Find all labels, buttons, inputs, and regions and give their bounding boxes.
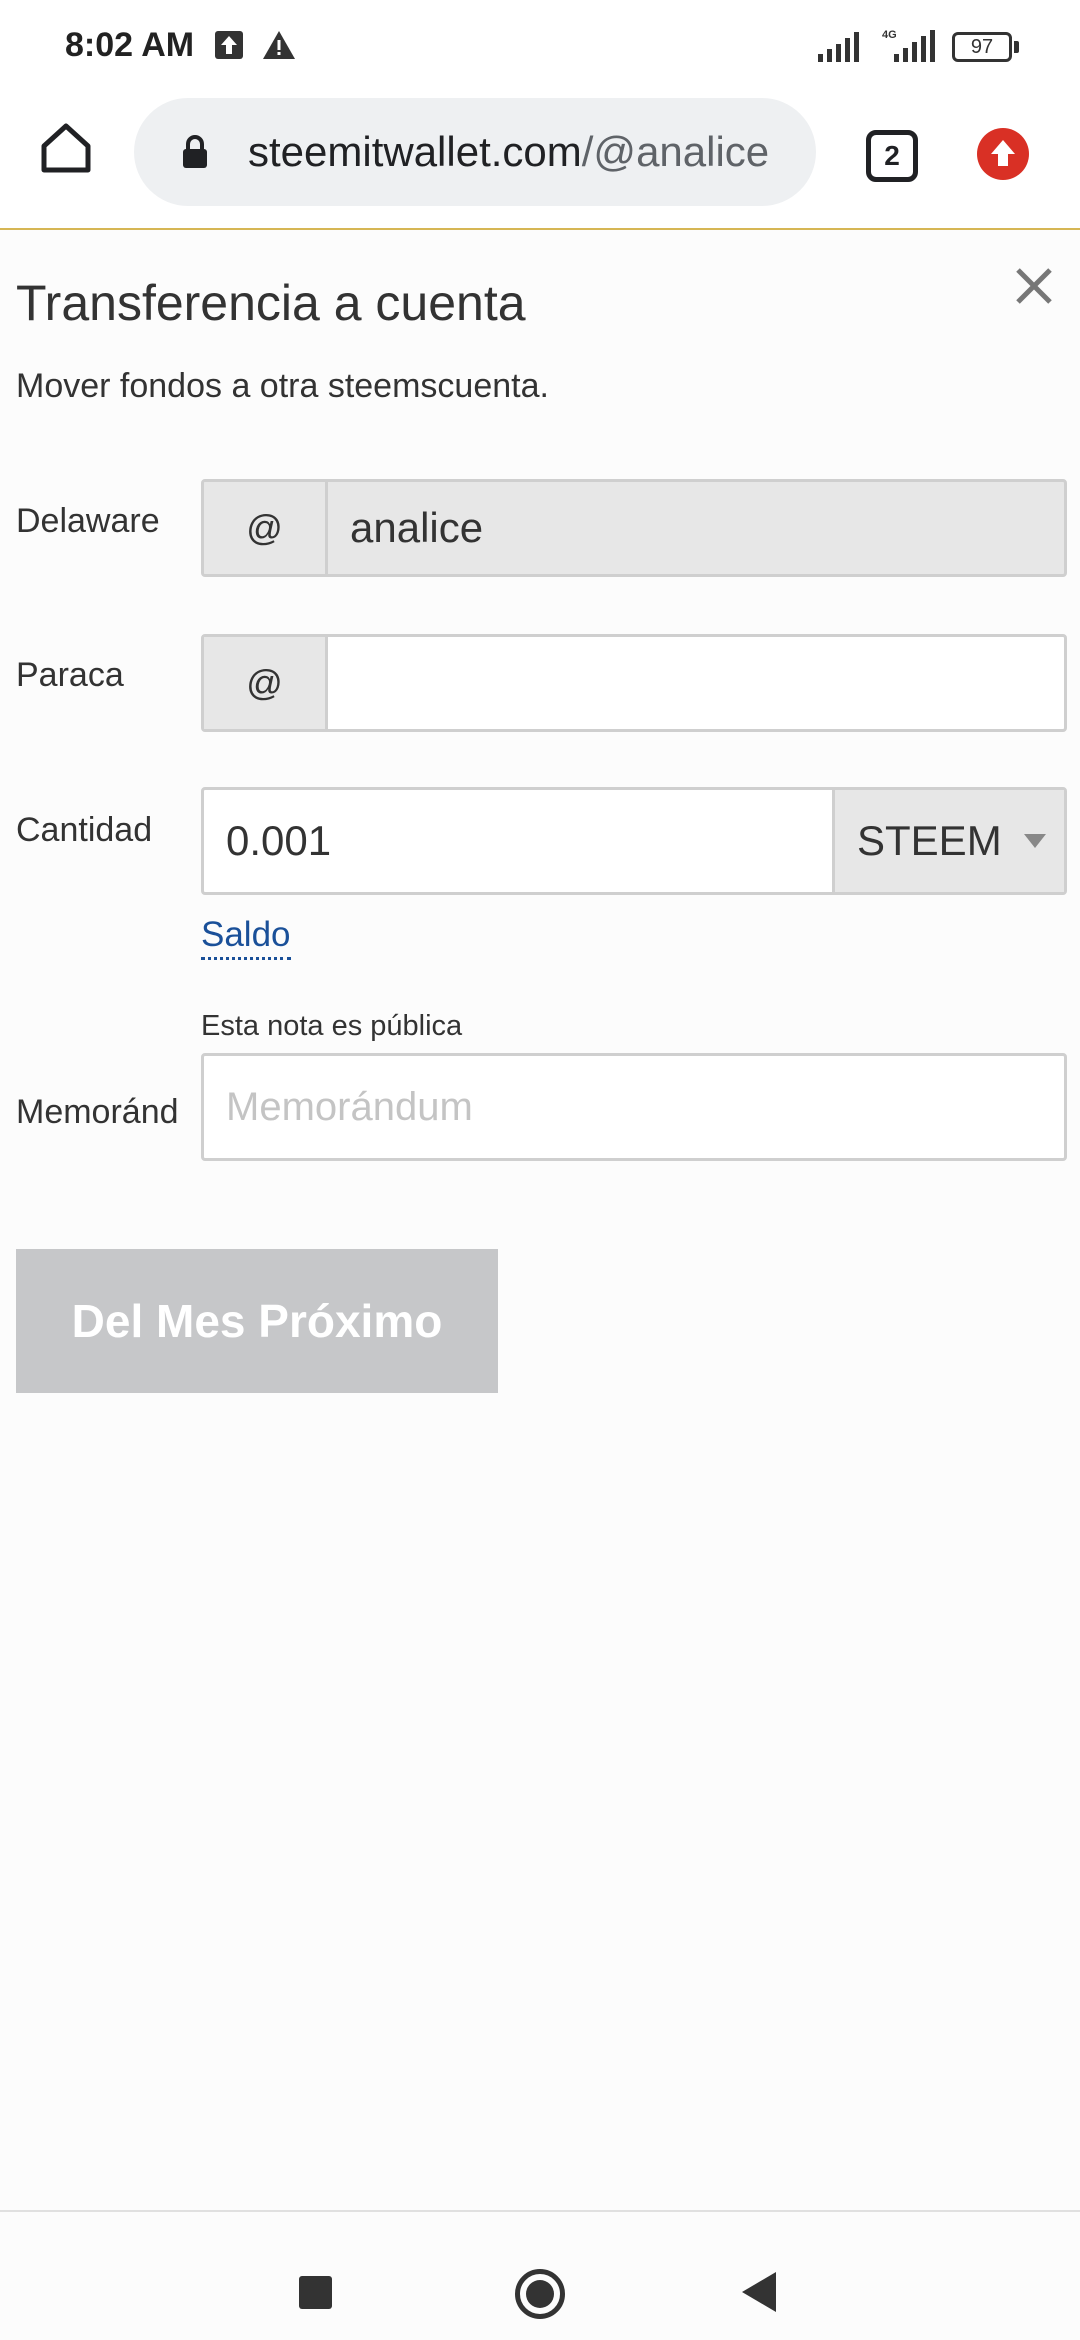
from-label: Delaware xyxy=(16,502,160,540)
upload-notification-icon xyxy=(214,30,244,65)
chevron-down-icon xyxy=(1023,834,1046,848)
browser-toolbar: steemitwallet.com/@analice 2 xyxy=(0,96,1080,230)
to-label: Paraca xyxy=(16,656,124,694)
home-icon[interactable] xyxy=(36,118,96,178)
from-field: @ analice xyxy=(201,479,1067,577)
memo-note: Esta nota es pública xyxy=(201,1010,463,1042)
url-bar[interactable]: steemitwallet.com/@analice xyxy=(134,98,816,206)
tabs-icon[interactable]: 2 xyxy=(866,130,918,182)
lock-icon xyxy=(180,134,210,175)
dialog-subtitle: Mover fondos a otra steemscuenta. xyxy=(16,367,549,405)
url-text: steemitwallet.com/@analice xyxy=(248,128,798,176)
from-at-prefix: @ xyxy=(204,482,328,574)
balance-link[interactable]: Saldo xyxy=(201,915,291,960)
battery-icon: 97 xyxy=(952,32,1012,62)
status-time: 8:02 AM xyxy=(65,26,195,64)
close-icon[interactable] xyxy=(1012,264,1056,308)
battery-tip xyxy=(1014,41,1019,53)
from-value: analice xyxy=(350,504,484,551)
memo-label: Memoránd xyxy=(16,1093,179,1131)
asset-select[interactable]: STEEM xyxy=(832,790,1064,892)
amount-label: Cantidad xyxy=(16,811,153,849)
warning-icon xyxy=(262,30,296,65)
update-icon[interactable] xyxy=(977,128,1029,180)
submit-button[interactable]: Del Mes Próximo xyxy=(16,1249,498,1393)
back-icon[interactable] xyxy=(742,2272,776,2312)
system-nav-bar xyxy=(0,2210,1080,2340)
home-circle-icon[interactable] xyxy=(515,2269,565,2319)
url-path: /@analice xyxy=(581,128,770,175)
url-domain: steemitwallet.com xyxy=(248,128,582,175)
network-type-label: 4G xyxy=(882,29,897,41)
asset-value: STEEM xyxy=(857,817,1002,864)
memo-input[interactable]: Memorándum xyxy=(201,1053,1067,1161)
to-at-prefix: @ xyxy=(204,637,328,729)
to-input[interactable] xyxy=(328,637,1064,729)
amount-input[interactable]: 0.001 xyxy=(204,790,832,892)
signal-4g-icon: 4G xyxy=(880,28,936,69)
recents-icon[interactable] xyxy=(299,2276,332,2309)
dialog-title: Transferencia a cuenta xyxy=(16,275,526,331)
to-field[interactable]: @ xyxy=(201,634,1067,732)
status-bar: 8:02 AM 4G 97 xyxy=(0,0,1080,96)
amount-field: 0.001 STEEM xyxy=(201,787,1067,895)
signal-icon xyxy=(816,32,860,67)
